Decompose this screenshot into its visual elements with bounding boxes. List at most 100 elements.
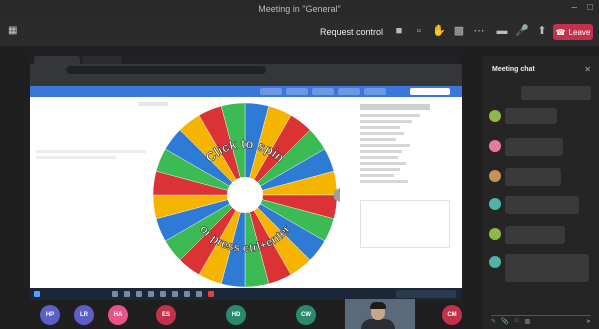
message-bubble <box>505 168 561 186</box>
message-bubble <box>505 138 563 156</box>
meeting-chat-panel: Meeting chat ✕ ✎ 📎 ☺ ▩ ➤ <box>483 56 599 329</box>
browser-tab[interactable] <box>34 56 80 64</box>
message-bubble <box>505 254 589 282</box>
microphone-icon[interactable]: 🎤 <box>515 24 529 38</box>
emoji-icon[interactable]: ☺ <box>514 318 520 326</box>
participant-initials: HD <box>231 312 241 318</box>
app-header-button[interactable] <box>260 88 282 95</box>
window-controls: – □ <box>571 2 593 13</box>
maximize-icon[interactable]: □ <box>587 2 593 13</box>
request-control-button[interactable]: Request control <box>312 23 391 41</box>
window-title: Meeting in "General" <box>258 4 341 14</box>
wheel-center <box>227 177 263 213</box>
app-header-button[interactable] <box>312 88 334 95</box>
avatar <box>489 110 501 122</box>
send-icon[interactable]: ➤ <box>586 318 591 326</box>
entries-panel <box>360 104 450 284</box>
participant-avatar[interactable]: HP <box>40 305 60 325</box>
app-header-button[interactable] <box>364 88 386 95</box>
shared-screen[interactable]: Click to spin or press ctrl+enter <box>30 54 462 290</box>
video-person-hair <box>370 302 386 309</box>
browser-address-bar <box>30 64 462 76</box>
chat-title: Meeting chat <box>492 66 535 73</box>
meeting-toolbar: ▦ Request control ■ ▫ ✋ ▩ ⋯ ▬ 🎤 ⬆ ☎ Leav… <box>0 18 599 46</box>
entry-row[interactable] <box>360 114 420 117</box>
leave-label: Leave <box>568 27 591 37</box>
options-box <box>360 200 450 248</box>
participant-avatar[interactable]: HA <box>108 305 128 325</box>
more-icon[interactable]: ⋯ <box>472 24 486 38</box>
share-icon[interactable]: ⬆ <box>535 24 549 38</box>
entry-row[interactable] <box>360 156 398 159</box>
window-titlebar: Meeting in "General" – □ <box>0 0 599 18</box>
entry-row[interactable] <box>360 132 404 135</box>
format-icon[interactable]: ✎ <box>491 318 496 326</box>
participant-avatar[interactable]: CM <box>442 305 462 325</box>
avatar <box>489 228 501 240</box>
minimize-icon[interactable]: – <box>571 2 577 13</box>
participant-initials: CW <box>301 312 311 318</box>
entry-row[interactable] <box>360 120 412 123</box>
taskbar-app-icon[interactable] <box>148 291 154 297</box>
entry-row[interactable] <box>360 126 400 129</box>
spin-wheel[interactable]: Click to spin or press ctrl+enter <box>150 100 340 290</box>
message-bubble <box>505 226 565 244</box>
browser-tabstrip <box>30 54 462 64</box>
entry-row[interactable] <box>360 138 396 141</box>
participant-avatar[interactable]: ES <box>156 305 176 325</box>
people-icon[interactable]: ■ <box>392 24 406 38</box>
taskbar-app-icon[interactable] <box>184 291 190 297</box>
taskbar-app-icon[interactable] <box>136 291 142 297</box>
app-header-button[interactable] <box>338 88 360 95</box>
raise-hand-icon[interactable]: ✋ <box>432 24 446 38</box>
compose-toolbar: ✎ 📎 ☺ ▩ ➤ <box>491 318 591 326</box>
gif-icon[interactable]: ▩ <box>525 318 531 326</box>
video-person-body <box>361 319 395 329</box>
participant-initials: LR <box>80 312 88 318</box>
app-header-button[interactable] <box>286 88 308 95</box>
system-tray <box>396 290 456 298</box>
avatar <box>489 140 501 152</box>
avatar <box>489 256 501 268</box>
taskbar-app-icon[interactable] <box>172 291 178 297</box>
message-bubble <box>505 108 557 124</box>
phone-icon: ☎ <box>555 27 566 37</box>
url-field[interactable] <box>66 66 266 74</box>
close-icon[interactable]: ✕ <box>584 65 591 74</box>
toolbar-left: ▦ <box>8 25 23 36</box>
entry-row[interactable] <box>360 180 408 183</box>
grid-icon[interactable]: ▦ <box>8 25 17 36</box>
entry-row[interactable] <box>360 174 394 177</box>
participant-avatar[interactable]: HD <box>226 305 246 325</box>
entry-row[interactable] <box>360 144 410 147</box>
camera-icon[interactable]: ▬ <box>495 24 509 38</box>
windows-start-icon[interactable] <box>34 291 40 297</box>
chat-message-pill <box>521 86 591 100</box>
participant-avatar[interactable]: CW <box>296 305 316 325</box>
entries-header <box>360 104 430 110</box>
taskbar-app-icon[interactable] <box>160 291 166 297</box>
page-note <box>36 156 116 159</box>
attach-icon[interactable]: 📎 <box>501 318 508 326</box>
entry-row[interactable] <box>360 150 402 153</box>
chat-compose-input[interactable] <box>491 305 591 316</box>
leave-button[interactable]: ☎ Leave <box>553 24 593 40</box>
taskbar-app-icon[interactable] <box>112 291 118 297</box>
taskbar-app-icon[interactable] <box>124 291 130 297</box>
taskbar-app-icon[interactable] <box>208 291 214 297</box>
request-control-label: Request control <box>320 27 384 37</box>
participant-initials: CM <box>447 312 457 318</box>
avatar <box>489 198 501 210</box>
participant-avatar[interactable]: LR <box>74 305 94 325</box>
app-header-bar <box>30 86 462 97</box>
participant-video[interactable] <box>345 299 415 329</box>
entry-row[interactable] <box>360 168 400 171</box>
breakout-icon[interactable]: ▩ <box>452 24 466 38</box>
chat-icon[interactable]: ▫ <box>412 24 426 38</box>
entry-row[interactable] <box>360 162 406 165</box>
app-header-button[interactable] <box>410 88 450 95</box>
browser-tab[interactable] <box>82 56 122 64</box>
taskbar-app-icon[interactable] <box>196 291 202 297</box>
bookmarks-bar <box>30 76 462 86</box>
message-bubble <box>505 196 579 214</box>
